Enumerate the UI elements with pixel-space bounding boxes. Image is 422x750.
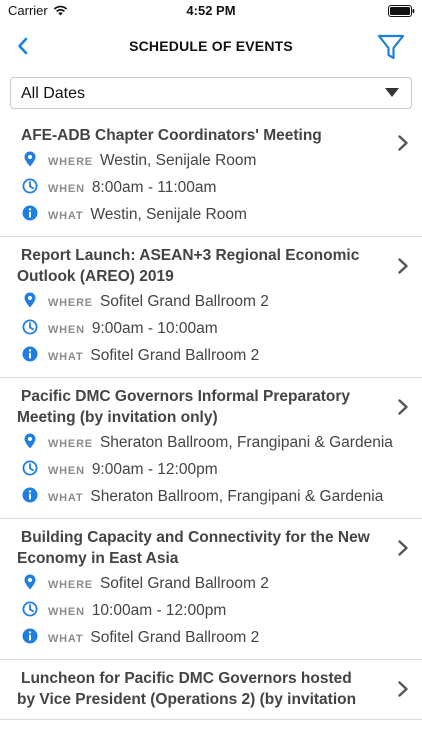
where-label: WHERE [48,579,93,591]
date-filter-value: All Dates [21,85,86,102]
event-title: AFE-ADB Chapter Coordinators' Meeting [21,127,322,144]
info-icon [22,628,38,644]
page-title: SCHEDULE OF EVENTS [129,38,293,54]
event-what-row: WHAT Sofitel Grand Ballroom 2 [0,345,422,368]
status-time: 4:52 PM [186,3,236,18]
event-when-row: WHEN 10:00am - 12:00pm [0,600,422,623]
event-when-value: 8:00am - 11:00am [91,179,217,196]
status-bar: Carrier 4:52 PM [0,0,422,22]
event-what-value: Westin, Senijale Room [90,206,247,223]
event-what-value: Sofitel Grand Ballroom 2 [90,629,260,646]
nav-bar: SCHEDULE OF EVENTS [0,22,422,72]
date-filter-select[interactable]: All Dates [10,77,412,109]
event-card[interactable]: Building Capacity and Connectivity for t… [0,519,422,660]
event-where-value: Westin, Senijale Room [99,152,257,169]
event-what-value: Sofitel Grand Ballroom 2 [90,347,260,364]
location-pin-icon [24,151,36,167]
filter-icon[interactable] [376,32,406,62]
where-label: WHERE [48,156,93,168]
event-when-row: WHEN 9:00am - 12:00pm [0,459,422,482]
event-when-value: 10:00am - 12:00pm [91,602,227,619]
event-where-value: Sofitel Grand Ballroom 2 [99,293,269,310]
event-title: Pacific DMC Governors Informal Preparato… [17,388,351,426]
where-label: WHERE [48,297,93,309]
event-when-row: WHEN 8:00am - 11:00am [0,177,422,200]
when-label: WHEN [48,324,85,336]
info-icon [22,487,38,503]
event-list: AFE-ADB Chapter Coordinators' Meeting WH… [0,117,422,720]
chevron-right-icon [398,399,408,415]
event-card[interactable]: Luncheon for Pacific DMC Governors hoste… [0,660,422,720]
when-label: WHEN [48,606,85,618]
clock-icon [22,319,38,335]
clock-icon [22,178,38,194]
event-what-row: WHAT Sheraton Ballroom, Frangipani & Gard… [0,486,422,509]
event-what-row: WHAT Westin, Senijale Room [0,204,422,227]
location-pin-icon [24,574,36,590]
where-label: WHERE [48,438,93,450]
event-where-row: WHERE Sofitel Grand Ballroom 2 [0,573,422,596]
chevron-right-icon [398,681,408,697]
when-label: WHEN [48,183,85,195]
clock-icon [22,601,38,617]
event-where-row: WHERE Sofitel Grand Ballroom 2 [0,291,422,314]
chevron-right-icon [398,258,408,274]
dropdown-caret-icon [385,88,399,97]
what-label: WHAT [48,210,84,222]
event-card[interactable]: AFE-ADB Chapter Coordinators' Meeting WH… [0,117,422,237]
event-title: Building Capacity and Connectivity for t… [17,529,370,567]
location-pin-icon [24,292,36,308]
event-what-value: Sheraton Ballroom, Frangipani & Gardenia [90,488,384,505]
what-label: WHAT [48,351,84,363]
event-what-row: WHAT Sofitel Grand Ballroom 2 [0,627,422,650]
location-pin-icon [24,433,36,449]
what-label: WHAT [48,633,84,645]
event-where-row: WHERE Westin, Senijale Room [0,150,422,173]
event-where-row: WHERE Sheraton Ballroom, Frangipani & Gar… [0,432,422,455]
what-label: WHAT [48,492,84,504]
when-label: WHEN [48,465,85,477]
battery-icon [388,5,415,17]
event-where-value: Sofitel Grand Ballroom 2 [99,575,269,592]
info-icon [22,205,38,221]
event-title: Report Launch: ASEAN+3 Regional Economic… [17,247,360,285]
event-where-value: Sheraton Ballroom, Frangipani & Gardenia [99,434,393,451]
clock-icon [22,460,38,476]
event-title: Luncheon for Pacific DMC Governors hoste… [17,670,357,708]
event-when-value: 9:00am - 12:00pm [91,461,218,478]
event-when-row: WHEN 9:00am - 10:00am [0,318,422,341]
event-when-value: 9:00am - 10:00am [91,320,218,337]
event-card[interactable]: Pacific DMC Governors Informal Preparato… [0,378,422,519]
chevron-right-icon [398,540,408,556]
event-card[interactable]: Report Launch: ASEAN+3 Regional Economic… [0,237,422,378]
info-icon [22,346,38,362]
